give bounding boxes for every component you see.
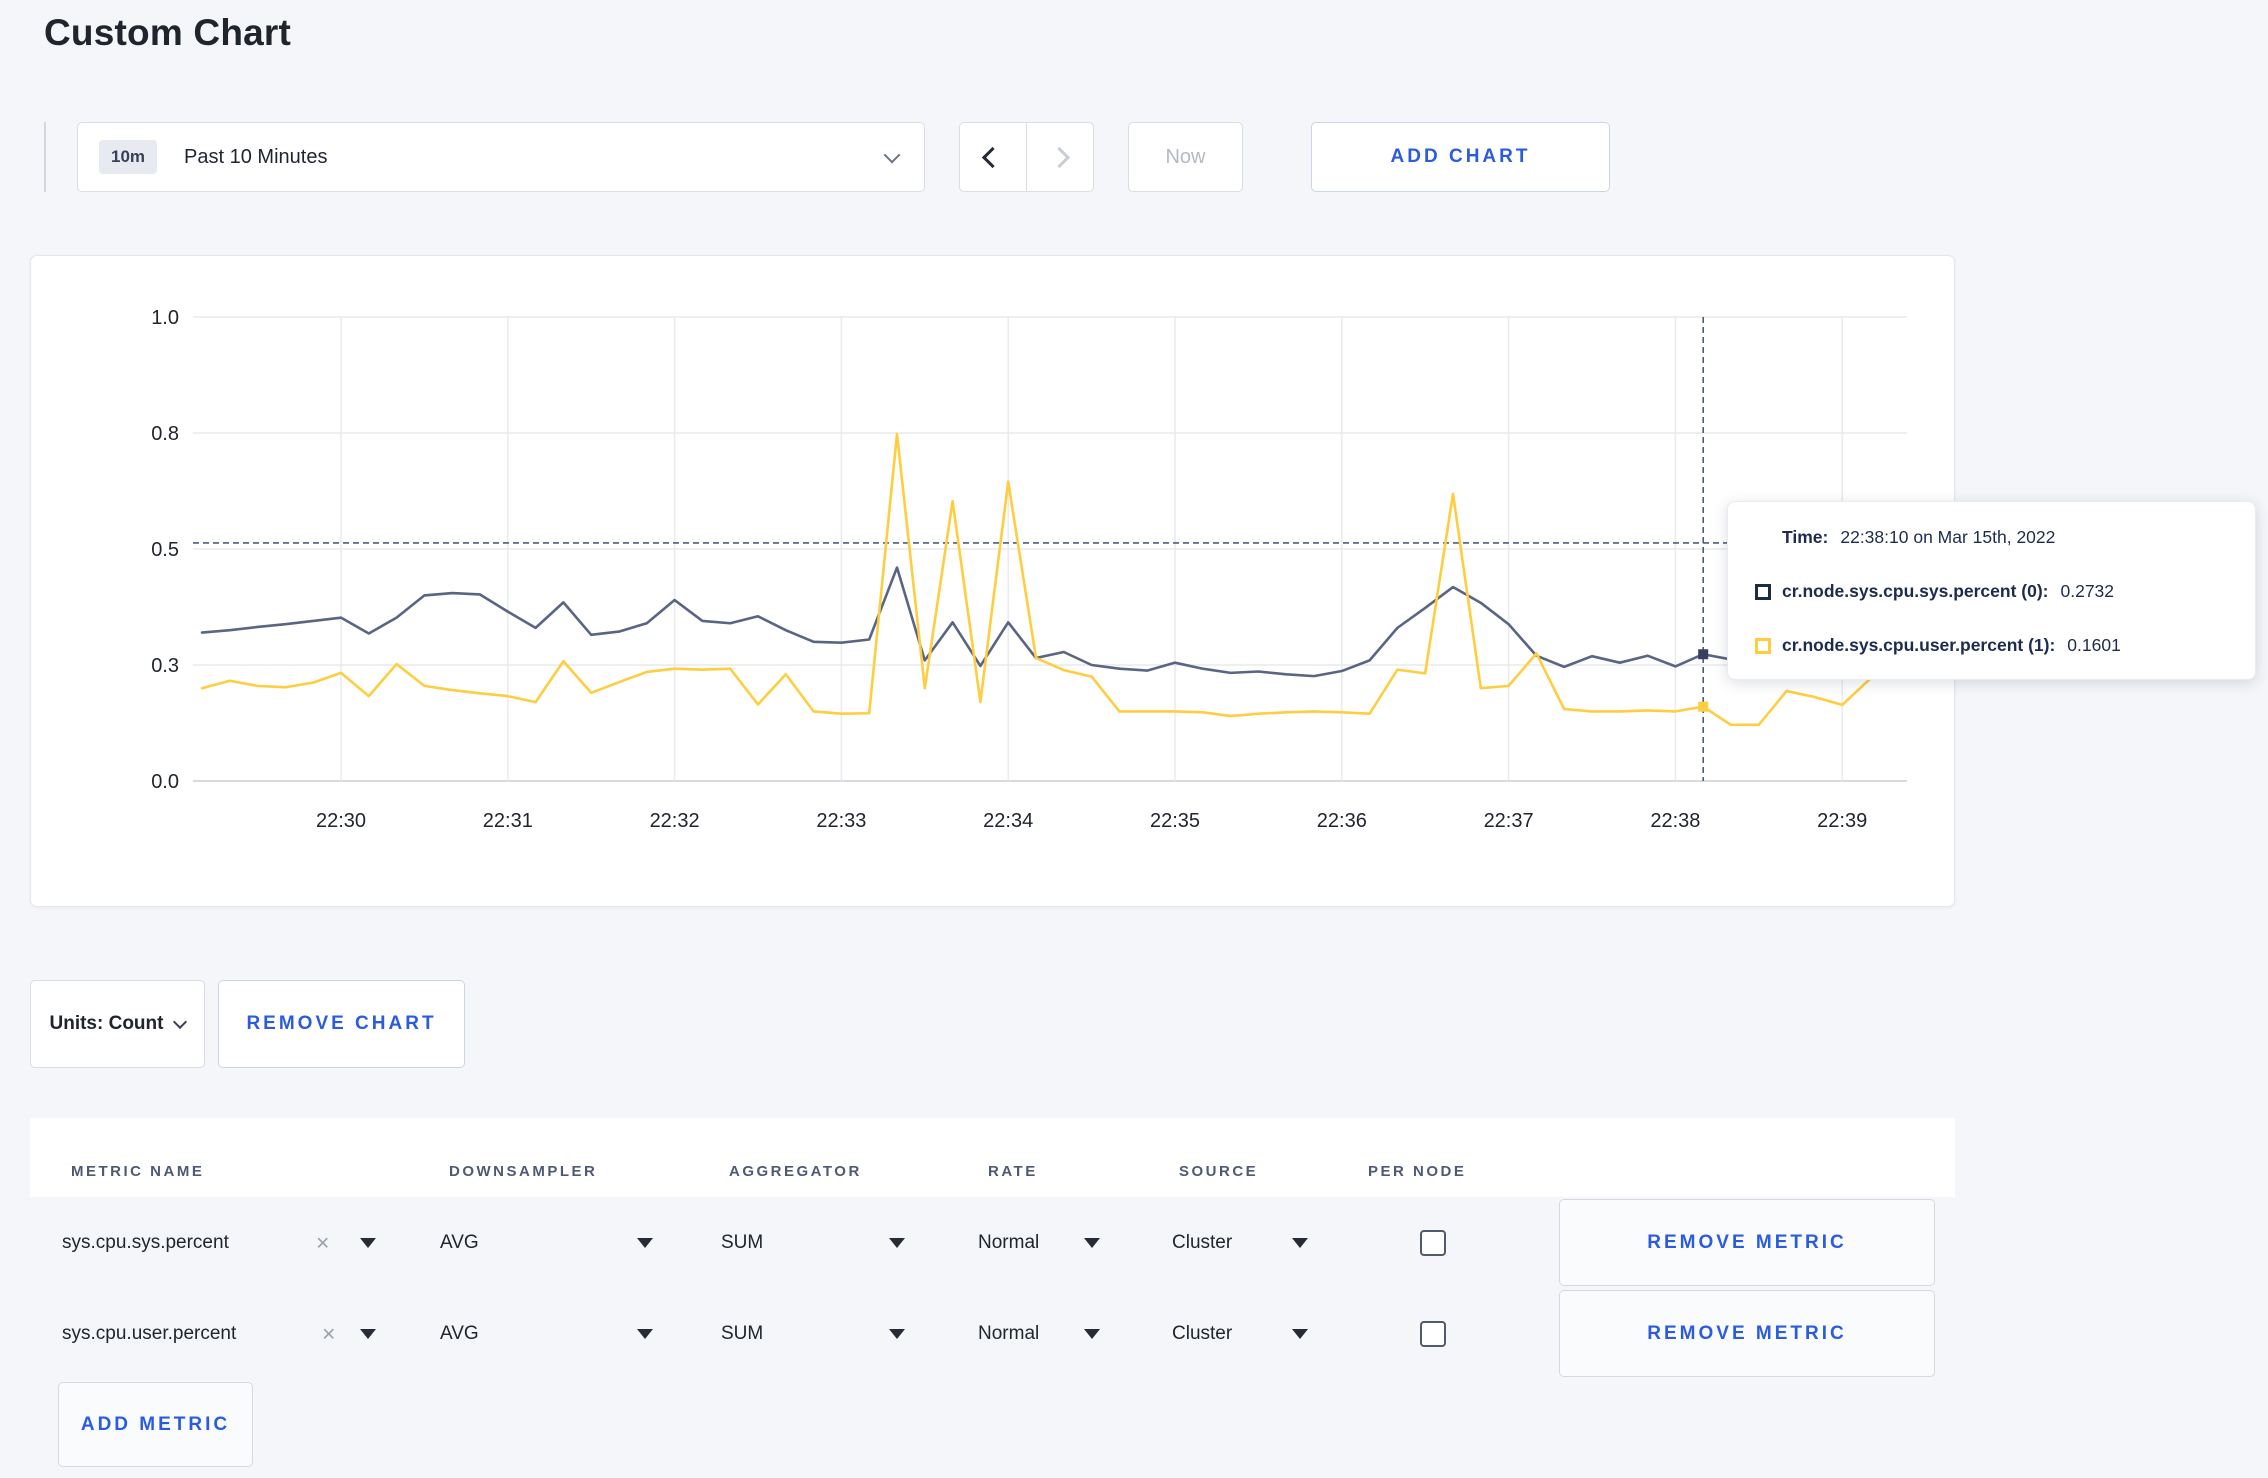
time-pager [959, 122, 1094, 192]
clear-metric-icon[interactable]: × [316, 1230, 329, 1257]
timeseries-chart[interactable]: 1.0 0.8 0.5 0.3 0.0 22:30 22:31 22:32 22:33 22:34… [31, 256, 1956, 908]
column-header-downsampler: DOWNSAMPLER [449, 1163, 598, 1180]
source-select[interactable]: Cluster [1172, 1232, 1232, 1254]
source-select[interactable]: Cluster [1172, 1323, 1232, 1345]
svg-text:22:39: 22:39 [1817, 810, 1867, 832]
tooltip-series-name: cr.node.sys.cpu.user.percent (1): [1782, 635, 2056, 655]
chevron-right-icon [1049, 146, 1071, 168]
svg-text:22:36: 22:36 [1317, 810, 1367, 832]
svg-text:0.3: 0.3 [151, 655, 179, 677]
next-range-button[interactable] [1027, 123, 1094, 191]
dropdown-arrow-icon[interactable] [360, 1238, 376, 1248]
aggregator-select[interactable]: SUM [721, 1323, 763, 1345]
page-title: Custom Chart [44, 12, 292, 53]
add-chart-button[interactable]: ADD CHART [1311, 122, 1610, 192]
metric-name-value[interactable]: sys.cpu.user.percent [62, 1323, 236, 1345]
dropdown-arrow-icon[interactable] [637, 1238, 653, 1248]
metric-name-value[interactable]: sys.cpu.sys.percent [62, 1232, 229, 1254]
prev-range-button[interactable] [960, 123, 1027, 191]
remove-chart-button[interactable]: REMOVE CHART [218, 980, 465, 1068]
chart-card: 1.0 0.8 0.5 0.3 0.0 22:30 22:31 22:32 22:33 22:34… [30, 255, 1955, 907]
column-header-rate: RATE [988, 1163, 1038, 1180]
dropdown-arrow-icon[interactable] [1084, 1328, 1100, 1339]
svg-text:22:32: 22:32 [650, 810, 700, 832]
per-node-checkbox[interactable] [1420, 1320, 1446, 1347]
dropdown-arrow-icon[interactable] [889, 1238, 905, 1248]
remove-metric-button[interactable]: REMOVE METRIC [1559, 1199, 1935, 1286]
metrics-table-header: METRIC NAME DOWNSAMPLER AGGREGATOR RATE … [30, 1118, 1955, 1197]
column-header-aggregator: AGGREGATOR [729, 1163, 862, 1180]
column-header-per-node: PER NODE [1368, 1163, 1467, 1180]
tooltip-series-value: 0.1601 [2067, 635, 2121, 655]
tooltip-series-value: 0.2732 [2060, 581, 2115, 601]
metric-row: sys.cpu.user.percent × AVG SUM Normal Cl… [30, 1289, 1955, 1378]
column-header-source: SOURCE [1179, 1163, 1259, 1180]
toolbar-divider [44, 122, 46, 192]
svg-text:22:34: 22:34 [983, 810, 1033, 832]
units-select[interactable]: Units: Count [30, 980, 205, 1068]
chevron-down-icon [883, 146, 901, 164]
dropdown-arrow-icon[interactable] [1292, 1238, 1308, 1248]
svg-text:22:38: 22:38 [1650, 810, 1700, 832]
rate-select[interactable]: Normal [978, 1232, 1039, 1254]
dropdown-arrow-icon[interactable] [360, 1328, 376, 1339]
svg-text:0.5: 0.5 [151, 539, 179, 561]
svg-text:22:35: 22:35 [1150, 810, 1200, 832]
series-sys-swatch-icon [1755, 583, 1771, 600]
now-button[interactable]: Now [1128, 122, 1243, 192]
svg-text:22:33: 22:33 [816, 810, 866, 832]
clear-metric-icon[interactable]: × [322, 1320, 335, 1347]
time-range-select[interactable]: 10m Past 10 Minutes [77, 122, 925, 192]
chevron-left-icon [982, 146, 1004, 168]
time-range-label: Past 10 Minutes [184, 145, 328, 168]
downsampler-select[interactable]: AVG [440, 1323, 479, 1345]
column-header-metric-name: METRIC NAME [71, 1163, 205, 1180]
rate-select[interactable]: Normal [978, 1323, 1039, 1345]
time-range-badge: 10m [99, 140, 158, 174]
dropdown-arrow-icon[interactable] [1292, 1328, 1308, 1339]
aggregator-select[interactable]: SUM [721, 1232, 763, 1254]
chart-tooltip: Time: 22:38:10 on Mar 15th, 2022 cr.node… [1727, 501, 2256, 680]
metric-row: sys.cpu.sys.percent × AVG SUM Normal Clu… [30, 1198, 1955, 1288]
tooltip-series-name: cr.node.sys.cpu.sys.percent (0): [1782, 581, 2049, 601]
dropdown-arrow-icon[interactable] [889, 1328, 905, 1339]
custom-chart-page: Custom Chart 10m Past 10 Minutes Now ADD… [0, 0, 2268, 1478]
chevron-down-icon [173, 1014, 188, 1030]
remove-metric-button[interactable]: REMOVE METRIC [1559, 1290, 1935, 1377]
dropdown-arrow-icon[interactable] [1084, 1238, 1100, 1248]
tooltip-time-label: Time: [1782, 527, 1829, 547]
units-label: Units: Count [49, 1013, 164, 1034]
per-node-checkbox[interactable] [1420, 1230, 1446, 1256]
series-user-swatch-icon [1755, 637, 1771, 654]
svg-text:22:37: 22:37 [1484, 810, 1534, 832]
downsampler-select[interactable]: AVG [440, 1232, 479, 1254]
svg-text:22:30: 22:30 [316, 810, 366, 832]
tooltip-time-value: 22:38:10 on Mar 15th, 2022 [1840, 527, 2056, 547]
svg-text:22:31: 22:31 [483, 810, 533, 832]
add-metric-button[interactable]: ADD METRIC [58, 1382, 253, 1467]
svg-text:0.8: 0.8 [151, 423, 179, 445]
svg-text:0.0: 0.0 [151, 771, 179, 793]
dropdown-arrow-icon[interactable] [637, 1328, 653, 1339]
svg-text:1.0: 1.0 [151, 307, 179, 329]
